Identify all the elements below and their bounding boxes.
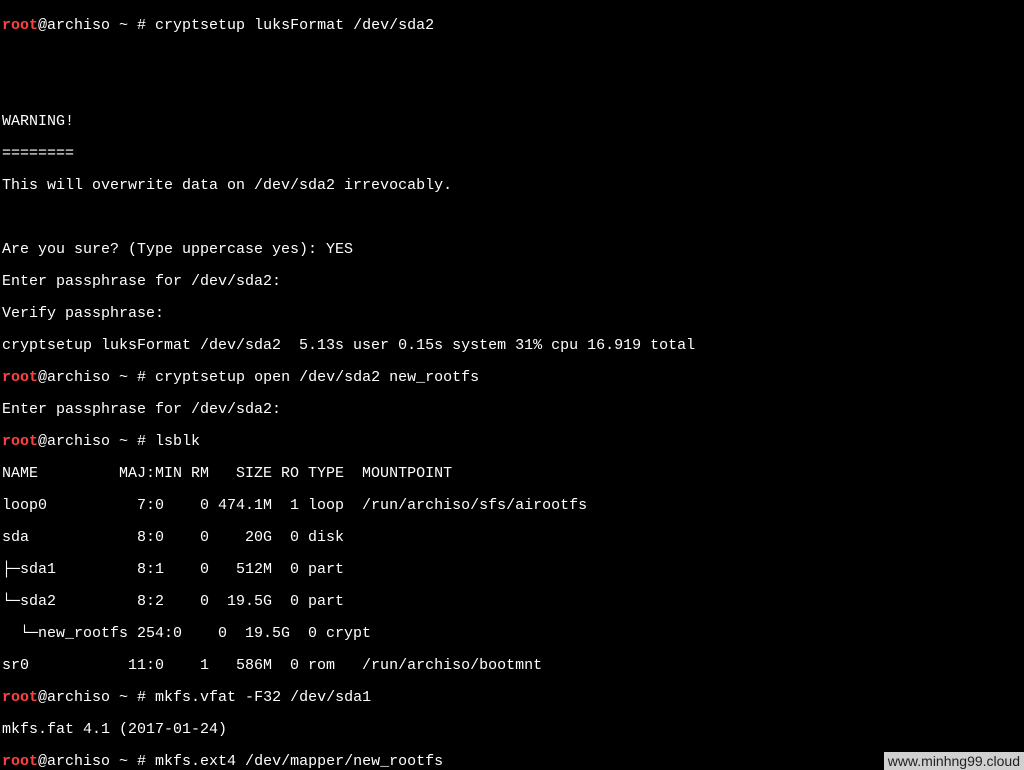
- output-blank: [2, 50, 1022, 66]
- prompt-user: root: [2, 17, 38, 34]
- cmd-line-mkfs-vfat: root@archiso ~ # mkfs.vfat -F32 /dev/sda…: [2, 690, 1022, 706]
- prompt-host: @archiso ~: [38, 369, 128, 386]
- prompt-user: root: [2, 753, 38, 770]
- cmd-text: mkfs.ext4 /dev/mapper/new_rootfs: [155, 753, 443, 770]
- output-lsblk-sda2: └─sda2 8:2 0 19.5G 0 part: [2, 594, 1022, 610]
- prompt-host: @archiso ~: [38, 17, 128, 34]
- prompt-hash: #: [128, 433, 155, 450]
- prompt-hash: #: [128, 17, 155, 34]
- output-enter-pass: Enter passphrase for /dev/sda2:: [2, 274, 1022, 290]
- prompt-user: root: [2, 369, 38, 386]
- prompt-user: root: [2, 689, 38, 706]
- prompt-hash: #: [128, 369, 155, 386]
- cmd-text: cryptsetup luksFormat /dev/sda2: [155, 17, 434, 34]
- prompt-user: root: [2, 433, 38, 450]
- output-warning-hdr: WARNING!: [2, 114, 1022, 130]
- cmd-line-luksopen: root@archiso ~ # cryptsetup open /dev/sd…: [2, 370, 1022, 386]
- output-enter-pass2: Enter passphrase for /dev/sda2:: [2, 402, 1022, 418]
- watermark: www.minhng99.cloud: [884, 752, 1024, 770]
- cmd-text: cryptsetup open /dev/sda2 new_rootfs: [155, 369, 479, 386]
- output-lsblk-sr0: sr0 11:0 1 586M 0 rom /run/archiso/bootm…: [2, 658, 1022, 674]
- output-mkfs-fat-ver: mkfs.fat 4.1 (2017-01-24): [2, 722, 1022, 738]
- output-lsblk-newroot: └─new_rootfs 254:0 0 19.5G 0 crypt: [2, 626, 1022, 642]
- prompt-hash: #: [128, 753, 155, 770]
- prompt-hash: #: [128, 689, 155, 706]
- output-lsblk-sda1: ├─sda1 8:1 0 512M 0 part: [2, 562, 1022, 578]
- output-blank: [2, 210, 1022, 226]
- output-confirm: Are you sure? (Type uppercase yes): YES: [2, 242, 1022, 258]
- output-blank: [2, 82, 1022, 98]
- cmd-line-lsblk: root@archiso ~ # lsblk: [2, 434, 1022, 450]
- cmd-text: mkfs.vfat -F32 /dev/sda1: [155, 689, 371, 706]
- output-lsblk-loop0: loop0 7:0 0 474.1M 1 loop /run/archiso/s…: [2, 498, 1022, 514]
- prompt-host: @archiso ~: [38, 689, 128, 706]
- output-verify-pass: Verify passphrase:: [2, 306, 1022, 322]
- output-timing: cryptsetup luksFormat /dev/sda2 5.13s us…: [2, 338, 1022, 354]
- prompt-host: @archiso ~: [38, 433, 128, 450]
- prompt-host: @archiso ~: [38, 753, 128, 770]
- output-lsblk-hdr: NAME MAJ:MIN RM SIZE RO TYPE MOUNTPOINT: [2, 466, 1022, 482]
- cmd-text: lsblk: [155, 433, 200, 450]
- terminal[interactable]: root@archiso ~ # cryptsetup luksFormat /…: [0, 0, 1024, 770]
- output-warning-msg: This will overwrite data on /dev/sda2 ir…: [2, 178, 1022, 194]
- output-lsblk-sda: sda 8:0 0 20G 0 disk: [2, 530, 1022, 546]
- output-warning-sep: ========: [2, 146, 1022, 162]
- cmd-line-luksformat: root@archiso ~ # cryptsetup luksFormat /…: [2, 18, 1022, 34]
